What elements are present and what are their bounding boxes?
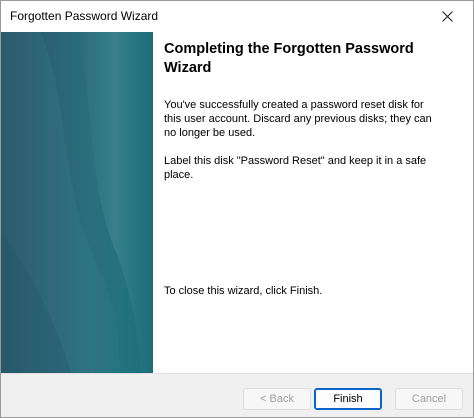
cancel-button[interactable]: Cancel [395,388,463,410]
finish-button[interactable]: Finish [314,388,382,410]
label-instruction: Label this disk "Password Reset" and kee… [164,155,427,181]
button-bar: < Back Finish Cancel [1,373,473,417]
close-instruction: To close this wizard, click Finish. [164,285,323,297]
page-heading: Completing the Forgotten Password Wizard [164,41,414,76]
window-title: Forgotten Password Wizard [10,9,159,23]
wizard-content: Completing the Forgotten Password Wizard… [153,32,473,373]
wizard-side-banner [1,32,153,373]
back-button[interactable]: < Back [243,388,311,410]
close-icon [441,11,453,22]
success-message: You've successfully created a password r… [164,99,432,139]
close-button[interactable] [427,1,467,32]
title-bar: Forgotten Password Wizard [1,1,473,32]
wizard-window: Forgotten Password Wizard Completing the… [0,0,474,418]
